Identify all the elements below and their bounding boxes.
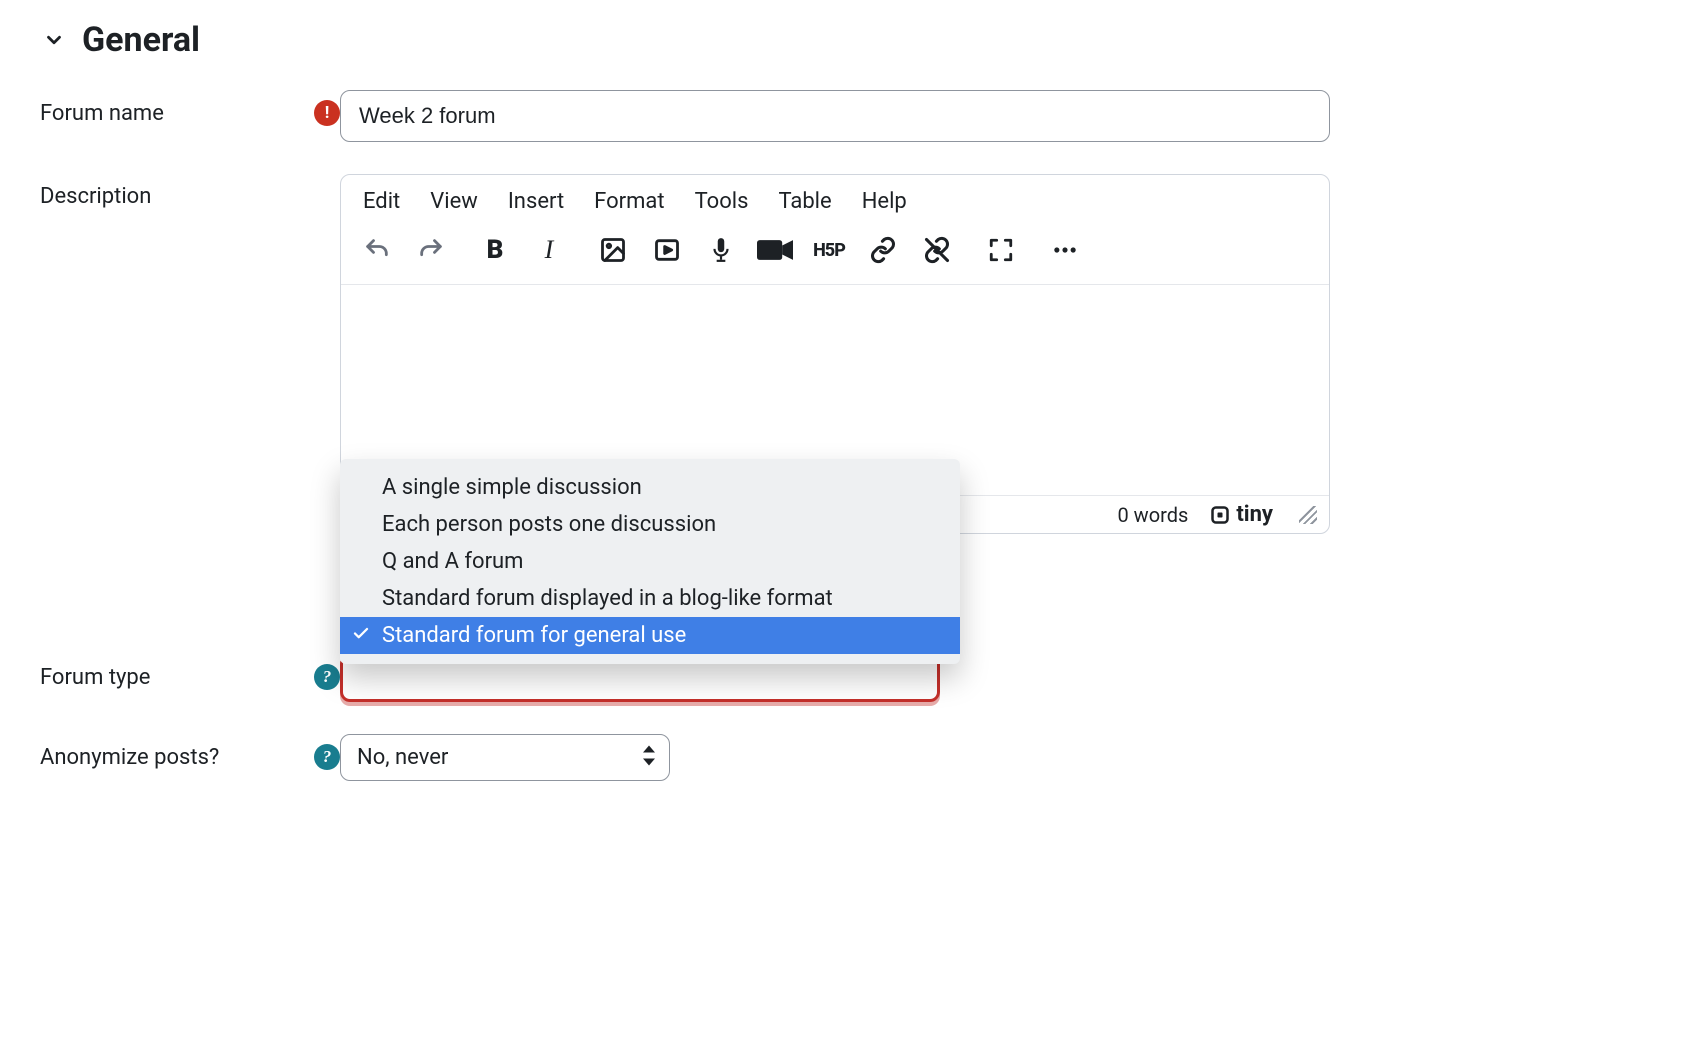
undo-icon[interactable]	[359, 232, 395, 268]
section-general-header[interactable]: General	[40, 20, 1642, 60]
unlink-icon[interactable]	[919, 232, 955, 268]
redo-icon[interactable]	[413, 232, 449, 268]
chevron-down-icon	[40, 26, 68, 54]
menu-table[interactable]: Table	[778, 189, 831, 214]
forum-type-option[interactable]: Standard forum displayed in a blog-like …	[340, 580, 960, 617]
italic-icon[interactable]: I	[531, 232, 567, 268]
forum-type-label: Forum type	[40, 665, 150, 690]
forum-type-option[interactable]: Q and A forum	[340, 543, 960, 580]
anonymize-select[interactable]: No, never	[340, 734, 670, 781]
forum-type-option-label: Q and A forum	[382, 549, 523, 574]
menu-edit[interactable]: Edit	[363, 189, 400, 214]
resize-handle-icon[interactable]	[1299, 506, 1317, 524]
fullscreen-icon[interactable]	[983, 232, 1019, 268]
menu-help[interactable]: Help	[862, 189, 907, 214]
more-icon[interactable]	[1047, 232, 1083, 268]
editor-toolbar: B I H5P	[341, 224, 1329, 285]
help-icon[interactable]: ?	[314, 744, 340, 770]
forum-type-dropdown: A single simple discussion Each person po…	[340, 459, 960, 664]
check-icon	[352, 623, 370, 648]
section-title: General	[82, 20, 200, 60]
image-icon[interactable]	[595, 232, 631, 268]
forum-name-label: Forum name	[40, 101, 164, 126]
bold-icon[interactable]: B	[477, 232, 513, 268]
menu-insert[interactable]: Insert	[508, 189, 564, 214]
forum-type-option[interactable]: A single simple discussion	[340, 469, 960, 506]
forum-type-option-label: Standard forum displayed in a blog-like …	[382, 586, 833, 611]
h5p-icon[interactable]: H5P	[811, 232, 847, 268]
description-label: Description	[40, 184, 151, 209]
forum-type-option[interactable]: Each person posts one discussion	[340, 506, 960, 543]
editor-menubar: Edit View Insert Format Tools Table Help	[341, 175, 1329, 224]
required-icon: !	[314, 100, 340, 126]
forum-type-option-label: Each person posts one discussion	[382, 512, 716, 537]
help-icon[interactable]: ?	[314, 664, 340, 690]
forum-type-option-label: A single simple discussion	[382, 475, 642, 500]
tiny-logo: tiny	[1210, 502, 1273, 527]
word-count: 0 words	[1117, 503, 1188, 527]
menu-format[interactable]: Format	[594, 189, 664, 214]
forum-name-input[interactable]	[340, 90, 1330, 142]
menu-tools[interactable]: Tools	[695, 189, 749, 214]
microphone-icon[interactable]	[703, 232, 739, 268]
anonymize-label: Anonymize posts?	[40, 745, 219, 770]
forum-type-option-label: Standard forum for general use	[382, 623, 686, 648]
menu-view[interactable]: View	[430, 189, 478, 214]
link-icon[interactable]	[865, 232, 901, 268]
forum-type-option[interactable]: Standard forum for general use	[340, 617, 960, 654]
video-camera-icon[interactable]	[757, 232, 793, 268]
media-icon[interactable]	[649, 232, 685, 268]
